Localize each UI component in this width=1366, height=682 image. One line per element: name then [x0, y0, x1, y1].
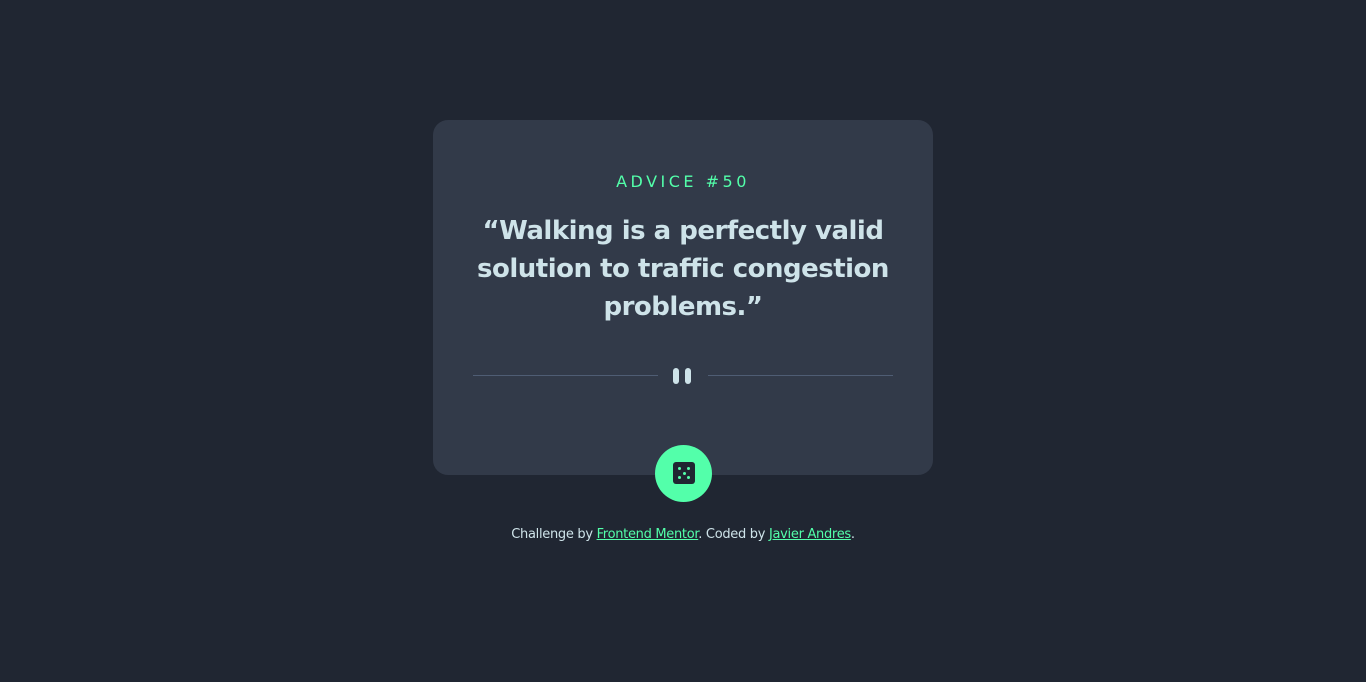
author-link[interactable]: Javier Andres [769, 527, 851, 542]
frontend-mentor-link[interactable]: Frontend Mentor [597, 527, 699, 542]
attribution-middle: . Coded by [698, 527, 769, 542]
divider [473, 366, 893, 386]
dice-icon [673, 462, 695, 484]
divider-line-left [473, 375, 658, 376]
divider-line-right [708, 375, 893, 376]
advice-quote: “Walking is a perfectly valid solution t… [477, 216, 889, 322]
attribution-suffix: . [850, 527, 855, 542]
advice-card: ADVICE #50 “Walking is a perfectly valid… [433, 120, 933, 475]
new-advice-button[interactable] [655, 445, 712, 502]
attribution: Challenge by Frontend Mentor. Coded by J… [0, 526, 1366, 544]
advice-id: ADVICE #50 [616, 172, 750, 191]
pause-icon [672, 368, 694, 384]
attribution-prefix: Challenge by [511, 527, 597, 542]
